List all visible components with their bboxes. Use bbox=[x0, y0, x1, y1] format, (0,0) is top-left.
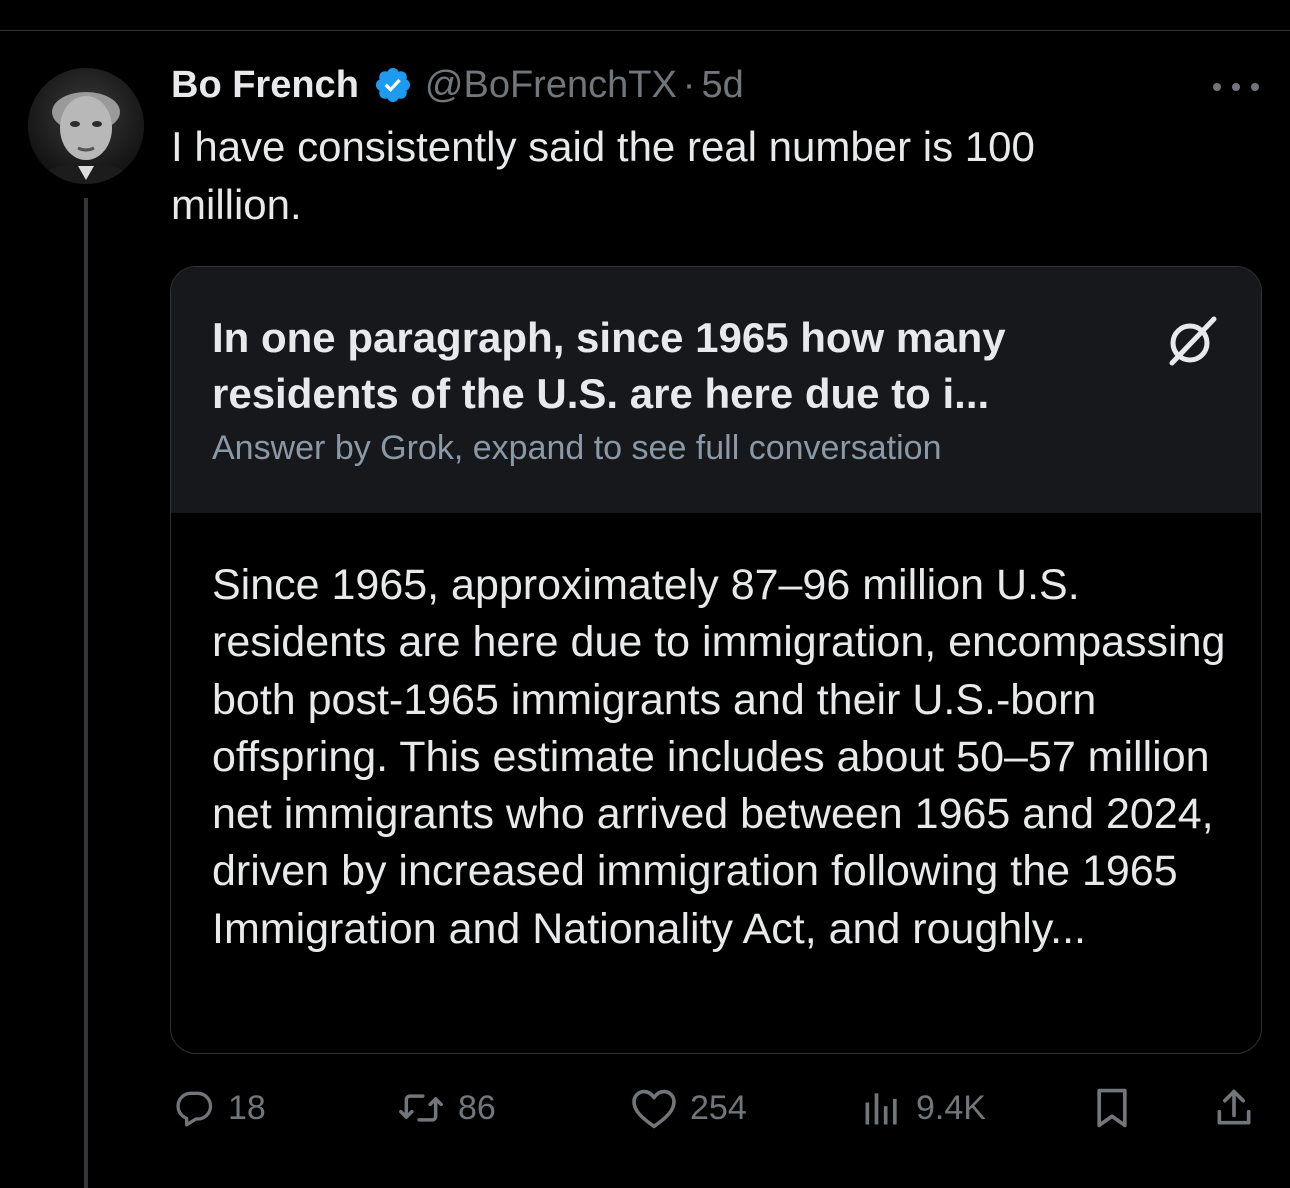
grok-card[interactable]: In one paragraph, since 1965 how many re… bbox=[170, 266, 1262, 1054]
views-icon bbox=[865, 1093, 897, 1125]
more-dot bbox=[1251, 83, 1259, 91]
avatar[interactable] bbox=[28, 68, 144, 184]
grok-answer-text: Since 1965, approximately 87–96 million … bbox=[212, 561, 1226, 953]
more-dot bbox=[1213, 83, 1221, 91]
share-button[interactable] bbox=[1212, 1082, 1256, 1134]
heart-icon bbox=[632, 1089, 676, 1129]
bookmark-icon bbox=[1097, 1088, 1127, 1128]
avatar-photo bbox=[28, 68, 144, 184]
more-icon[interactable] bbox=[1213, 74, 1259, 100]
grok-card-title: In one paragraph, since 1965 how many re… bbox=[212, 314, 1006, 417]
grok-card-header[interactable]: In one paragraph, since 1965 how many re… bbox=[171, 267, 1261, 513]
grok-card-subtitle: Answer by Grok, expand to see full conve… bbox=[212, 429, 942, 467]
author-name[interactable]: Bo French bbox=[171, 64, 359, 107]
share-icon bbox=[1217, 1089, 1251, 1125]
repost-count: 86 bbox=[458, 1088, 496, 1127]
reply-button[interactable]: 18 bbox=[172, 1082, 266, 1134]
bookmark-button[interactable] bbox=[1092, 1082, 1132, 1134]
tweet-header: Bo French @BoFrenchTX · 5d bbox=[171, 62, 744, 108]
top-divider bbox=[0, 30, 1290, 31]
views-button[interactable]: 9.4K bbox=[860, 1082, 986, 1134]
repost-button[interactable]: 86 bbox=[396, 1082, 496, 1134]
reply-count: 18 bbox=[228, 1088, 266, 1127]
tweet-text: I have consistently said the real number… bbox=[171, 123, 1035, 228]
thread-line bbox=[84, 198, 88, 1188]
reply-icon bbox=[176, 1091, 213, 1127]
timestamp[interactable]: 5d bbox=[701, 64, 743, 107]
views-count: 9.4K bbox=[916, 1088, 986, 1127]
author-handle[interactable]: @BoFrenchTX bbox=[425, 64, 677, 107]
more-dot bbox=[1232, 83, 1240, 91]
grok-logo-icon bbox=[1169, 316, 1217, 366]
like-button[interactable]: 254 bbox=[630, 1082, 747, 1134]
verified-badge-icon[interactable] bbox=[373, 65, 413, 105]
separator: · bbox=[682, 63, 696, 106]
like-count: 254 bbox=[690, 1088, 747, 1127]
repost-icon bbox=[399, 1094, 443, 1122]
